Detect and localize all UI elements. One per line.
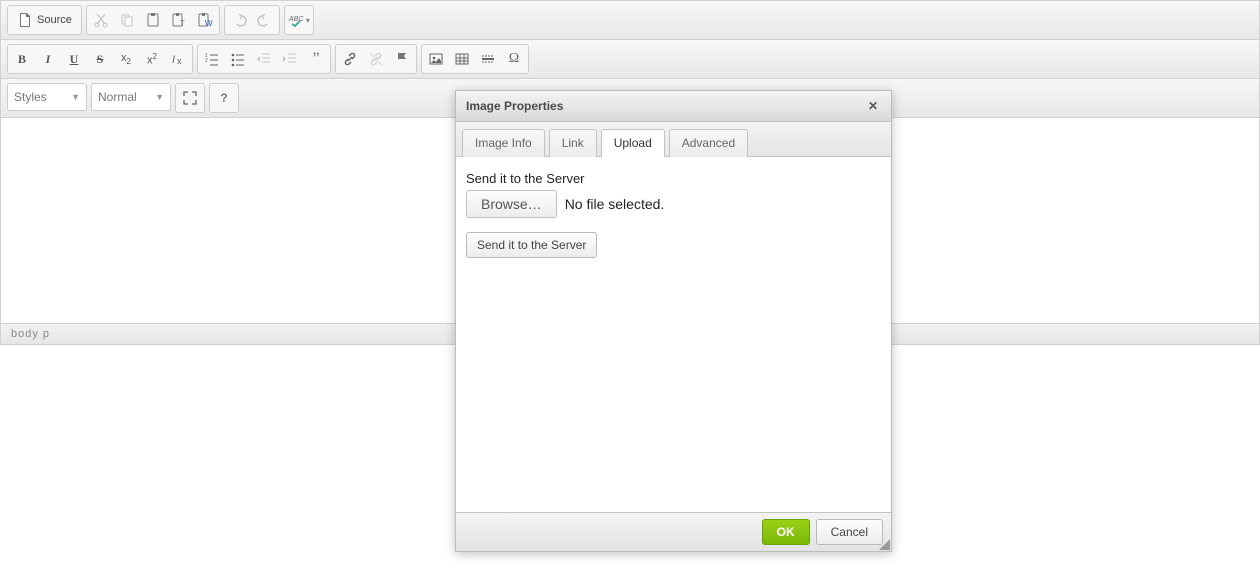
unlink-button[interactable]	[364, 47, 388, 71]
indent-button[interactable]	[278, 47, 302, 71]
dialog-title: Image Properties	[466, 99, 563, 113]
file-status-text: No file selected.	[565, 196, 665, 212]
chevron-down-icon: ▼	[71, 92, 80, 102]
svg-text:W: W	[205, 19, 213, 28]
redo-icon	[257, 12, 273, 28]
paste-word-button[interactable]: W	[193, 8, 217, 32]
chevron-down-icon: ▼	[155, 92, 164, 102]
quote-icon: ”	[312, 50, 319, 68]
styles-combo[interactable]: Styles ▼	[7, 83, 87, 111]
indent-icon	[282, 51, 298, 67]
table-icon	[454, 51, 470, 67]
cancel-button[interactable]: Cancel	[816, 519, 883, 545]
hr-button[interactable]	[476, 47, 500, 71]
bold-button[interactable]: B	[10, 47, 34, 71]
italic-button[interactable]: I	[36, 47, 60, 71]
link-icon	[342, 51, 358, 67]
copy-icon	[119, 12, 135, 28]
tab-advanced[interactable]: Advanced	[669, 129, 748, 157]
unlink-icon	[368, 51, 384, 67]
svg-text:2: 2	[205, 58, 208, 64]
send-to-server-button[interactable]: Send it to the Server	[466, 232, 597, 258]
undo-icon	[231, 12, 247, 28]
tab-image-info[interactable]: Image Info	[462, 129, 545, 157]
paste-text-icon: T	[171, 12, 187, 28]
svg-text:T: T	[180, 19, 185, 28]
dialog-footer: OK Cancel	[456, 512, 891, 551]
dialog-resize-grip[interactable]	[879, 539, 890, 550]
special-char-button[interactable]: Ω	[502, 47, 526, 71]
redo-button[interactable]	[253, 8, 277, 32]
ul-icon	[230, 51, 246, 67]
svg-text:I: I	[172, 54, 175, 66]
table-button[interactable]	[450, 47, 474, 71]
maximize-button[interactable]	[178, 86, 202, 110]
source-button[interactable]: Source	[10, 8, 79, 32]
anchor-button[interactable]	[390, 47, 414, 71]
subscript-button[interactable]: x2	[114, 47, 138, 71]
subscript-icon: x2	[121, 52, 131, 66]
spellcheck-button[interactable]: ABC▾	[287, 8, 311, 32]
underline-button[interactable]: U	[62, 47, 86, 71]
link-button[interactable]	[338, 47, 362, 71]
remove-format-button[interactable]: Ix	[166, 47, 190, 71]
styles-combo-label: Styles	[14, 90, 47, 104]
image-properties-dialog: Image Properties ✕ Image Info Link Uploa…	[455, 90, 892, 552]
maximize-icon	[182, 90, 198, 106]
tab-link[interactable]: Link	[549, 129, 597, 157]
browse-button[interactable]: Browse…	[466, 190, 557, 218]
dialog-tabs: Image Info Link Upload Advanced	[456, 122, 891, 157]
toolbar-row-1: Source T W ABC▾	[1, 1, 1259, 40]
tab-upload[interactable]: Upload	[601, 129, 665, 157]
help-icon: ?	[220, 91, 227, 105]
image-button[interactable]	[424, 47, 448, 71]
remove-format-icon: Ix	[170, 51, 186, 67]
chevron-down-icon: ▾	[306, 16, 310, 25]
elements-path[interactable]: body p	[11, 328, 50, 340]
format-combo-label: Normal	[98, 90, 137, 104]
blockquote-button[interactable]: ”	[304, 47, 328, 71]
omega-icon: Ω	[509, 51, 519, 67]
ol-icon: 12	[204, 51, 220, 67]
flag-icon	[394, 51, 410, 67]
paste-button[interactable]	[141, 8, 165, 32]
superscript-icon: x2	[147, 52, 157, 67]
outdent-icon	[256, 51, 272, 67]
dialog-titlebar[interactable]: Image Properties ✕	[456, 91, 891, 122]
dialog-close-button[interactable]: ✕	[865, 98, 881, 114]
paste-text-button[interactable]: T	[167, 8, 191, 32]
svg-text:ABC: ABC	[288, 16, 304, 23]
dialog-body: Send it to the Server Browse… No file se…	[456, 157, 891, 512]
source-label: Source	[37, 14, 72, 26]
document-icon	[17, 12, 33, 28]
undo-button[interactable]	[227, 8, 251, 32]
italic-icon: I	[46, 52, 51, 67]
strike-button[interactable]: S	[88, 47, 112, 71]
strike-icon: S	[97, 52, 104, 67]
close-icon: ✕	[868, 99, 878, 113]
bullet-list-button[interactable]	[226, 47, 250, 71]
superscript-button[interactable]: x2	[140, 47, 164, 71]
spellcheck-icon: ABC	[288, 12, 304, 28]
about-button[interactable]: ?	[212, 86, 236, 110]
image-icon	[428, 51, 444, 67]
toolbar-row-2: B I U S x2 x2 Ix 12 ” Ω	[1, 40, 1259, 79]
numbered-list-button[interactable]: 12	[200, 47, 224, 71]
underline-icon: U	[70, 52, 79, 67]
paste-icon	[145, 12, 161, 28]
upload-label: Send it to the Server	[466, 171, 881, 186]
cut-icon	[93, 12, 109, 28]
copy-button[interactable]	[115, 8, 139, 32]
cut-button[interactable]	[89, 8, 113, 32]
bold-icon: B	[18, 52, 26, 67]
outdent-button[interactable]	[252, 47, 276, 71]
paste-word-icon: W	[197, 12, 213, 28]
svg-text:x: x	[177, 56, 182, 66]
ok-button[interactable]: OK	[762, 519, 810, 545]
hr-icon	[480, 51, 496, 67]
format-combo[interactable]: Normal ▼	[91, 83, 171, 111]
